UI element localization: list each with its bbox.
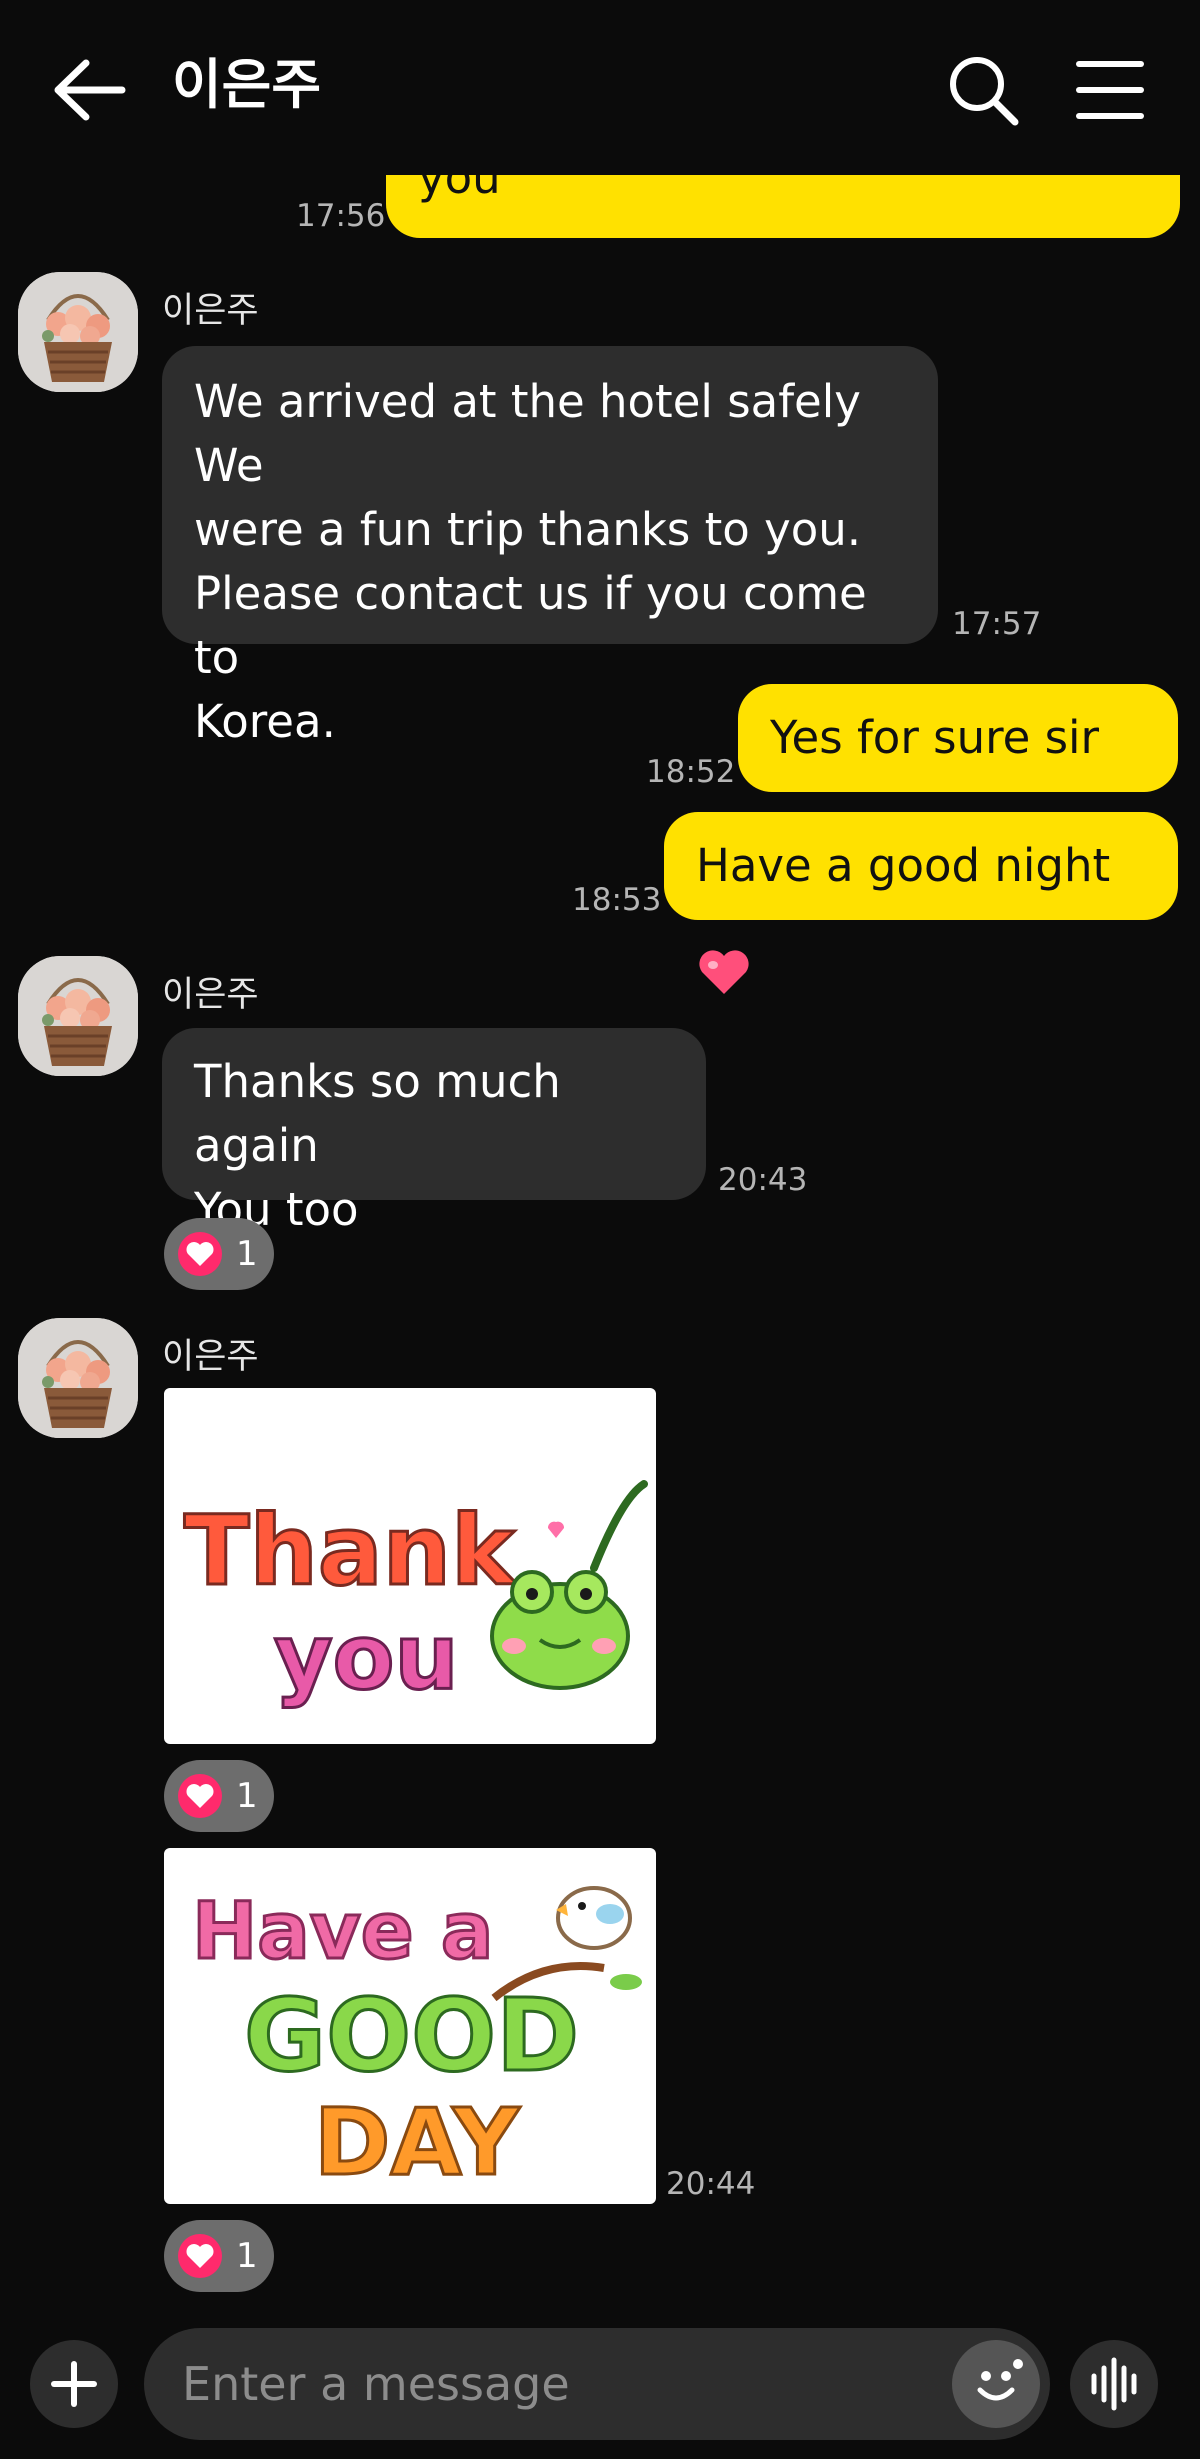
heart-icon (178, 2234, 222, 2278)
emoji-icon (977, 2359, 1023, 2401)
avatar[interactable] (18, 1318, 138, 1438)
message-line: Please contact us if you come to (194, 567, 867, 684)
heart-emoji-icon (699, 950, 749, 994)
outgoing-message-bubble[interactable]: Yes for sure sir (738, 684, 1178, 866)
reaction-badge[interactable]: 1 (164, 1218, 274, 1290)
emoji-button[interactable] (952, 2340, 1040, 2428)
reaction-count: 1 (236, 2236, 258, 2276)
message-text: Have a good night (696, 839, 1111, 892)
voice-wave-icon (1091, 2357, 1137, 2411)
chat-header: 이은주 (0, 0, 1200, 175)
plus-icon (51, 2361, 97, 2407)
message-line: were a fun trip thanks to you. (194, 503, 862, 556)
message-text: Yes for sure sir (770, 711, 1100, 764)
incoming-message-bubble[interactable]: Thanks so much again You too (162, 1028, 706, 1236)
message-time: 18:52 (646, 754, 736, 790)
voice-button[interactable] (1070, 2340, 1158, 2428)
sticker-word: DAY (314, 2089, 521, 2196)
hamburger-menu-icon[interactable] (1075, 58, 1145, 122)
incoming-message-bubble[interactable]: We arrived at the hotel safely We were a… (162, 346, 938, 748)
sender-name: 이은주 (162, 1337, 259, 1377)
sticker-word: Thank (184, 1495, 517, 1607)
message-time: 20:43 (718, 1162, 808, 1198)
flower-basket-icon (18, 272, 138, 392)
message-time: 20:44 (666, 2166, 756, 2202)
message-time: 18:53 (572, 882, 662, 918)
chat-title[interactable]: 이은주 (172, 50, 321, 120)
message-input-placeholder: Enter a message (182, 2357, 570, 2411)
sticker-word: GOOD (244, 1977, 579, 2094)
sticker-word: Have a (192, 1887, 493, 1977)
sticker-word: you (274, 1605, 459, 1710)
flower-basket-icon (18, 956, 138, 1076)
sender-name: 이은주 (162, 975, 259, 1015)
search-icon[interactable] (945, 52, 1021, 128)
frog-icon (490, 1480, 648, 1690)
avatar[interactable] (18, 956, 138, 1076)
outgoing-message-bubble[interactable]: Have a good night (664, 812, 1178, 994)
reaction-count: 1 (236, 1776, 258, 1816)
message-time: 17:57 (952, 606, 1042, 642)
heart-icon (178, 1774, 222, 1818)
message-line: We arrived at the hotel safely We (194, 375, 861, 492)
heart-icon (178, 1232, 222, 1276)
message-time: 17:56 (296, 198, 386, 234)
message-line: Thanks so much again (194, 1055, 561, 1172)
reaction-badge[interactable]: 1 (164, 2220, 274, 2292)
sender-name: 이은주 (162, 291, 259, 331)
avatar[interactable] (18, 272, 138, 392)
arrow-left-icon[interactable] (50, 55, 130, 125)
flower-basket-icon (18, 1318, 138, 1438)
reaction-count: 1 (236, 1234, 258, 1274)
sticker-thank-you[interactable]: Thank you (164, 1388, 656, 1744)
reaction-badge[interactable]: 1 (164, 1760, 274, 1832)
attach-button[interactable] (30, 2340, 118, 2428)
sticker-have-a-good-day[interactable]: Have a GOOD DAY (164, 1848, 656, 2204)
